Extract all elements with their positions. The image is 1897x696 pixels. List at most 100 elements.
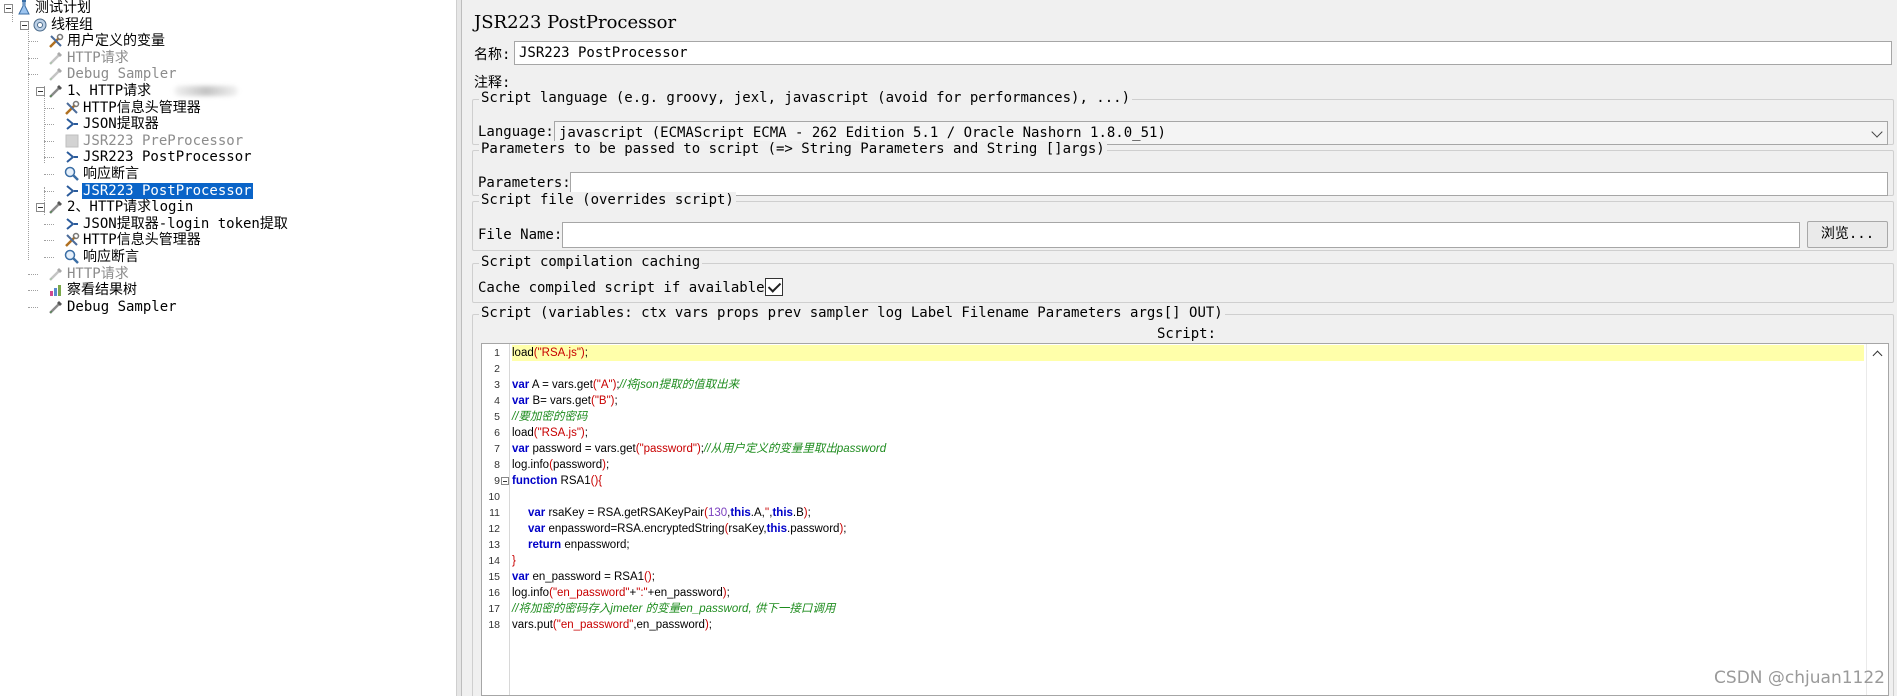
post-processor-icon bbox=[64, 183, 80, 199]
tree-item[interactable]: 察看结果树 bbox=[48, 282, 138, 298]
line-number: 11 bbox=[489, 507, 500, 519]
tree-item[interactable]: JSR223 PreProcessor bbox=[64, 133, 244, 149]
thread-group-icon bbox=[32, 17, 48, 33]
script-editor[interactable]: 1 2 3 4 5 6 7 8 9 10 11 12 13 14 15 16 17 18 load("RSA.js… bbox=[481, 343, 1889, 696]
tree-item-label: Debug Sampler bbox=[67, 298, 177, 315]
chevron-down-icon bbox=[1871, 126, 1883, 138]
tree-item[interactable]: JSON提取器-login token提取 bbox=[64, 216, 289, 232]
tree-branch-line bbox=[44, 124, 54, 126]
tree-branch-line bbox=[44, 107, 54, 109]
tree-item[interactable]: 测试计划 bbox=[16, 0, 92, 16]
watermark: CSDN @chjuan1122 bbox=[1714, 668, 1885, 688]
cache-compiled-label: Cache compiled script if available: bbox=[478, 280, 774, 296]
browse-button[interactable]: 浏览... bbox=[1807, 221, 1888, 248]
tree-item[interactable]: 线程组 bbox=[32, 17, 94, 33]
line-number: 16 bbox=[488, 587, 500, 599]
script-language-legend: Script language (e.g. groovy, jexl, java… bbox=[479, 90, 1133, 106]
post-processor-icon bbox=[64, 216, 80, 232]
jsr223-postprocessor-panel: JSR223 PostProcessor 名称: JSR223 PostProc… bbox=[462, 0, 1897, 696]
vertical-scrollbar[interactable] bbox=[1866, 344, 1888, 695]
code-line[interactable]: var enpassword=RSA.encryptedString(rsaKe… bbox=[512, 521, 1864, 537]
scroll-up-icon[interactable] bbox=[1872, 350, 1883, 361]
tree-item[interactable]: HTTP信息头管理器 bbox=[64, 100, 202, 116]
line-number: 7 bbox=[494, 443, 500, 455]
tree-branch-line bbox=[44, 223, 54, 225]
sampler-pipette-icon bbox=[48, 66, 64, 82]
fold-toggle-icon[interactable] bbox=[501, 477, 509, 485]
test-plan-tree[interactable]: 测试计划 线程组 用户定义的变量 HTTP请求 Debug Sampler 1、HTTP请… bbox=[0, 0, 456, 696]
tree-item[interactable]: Debug Sampler bbox=[48, 299, 178, 315]
script-file-legend: Script file (overrides script) bbox=[479, 192, 736, 208]
line-number: 1 bbox=[494, 347, 500, 359]
tree-branch-line bbox=[28, 306, 38, 308]
tree-item[interactable]: HTTP信息头管理器 bbox=[64, 232, 202, 248]
tree-item-label: HTTP信息头管理器 bbox=[83, 232, 201, 249]
code-line[interactable]: var en_password = RSA1(); bbox=[512, 569, 1864, 585]
collapse-toggle-icon[interactable] bbox=[36, 87, 45, 96]
file-name-field[interactable] bbox=[562, 222, 1800, 248]
sampler-pipette-icon bbox=[48, 83, 64, 99]
code-line[interactable]: var A = vars.get("A");//将json提取的值取出来 bbox=[512, 377, 1864, 393]
tree-item[interactable]: 1、HTTP请求 bbox=[48, 83, 152, 99]
sampler-pipette-icon bbox=[48, 266, 64, 282]
file-name-label: File Name: bbox=[478, 227, 563, 243]
code-line[interactable]: function RSA1(){ bbox=[512, 473, 1864, 489]
tree-item[interactable]: JSR223 PostProcessor bbox=[64, 182, 253, 199]
line-number: 9 bbox=[494, 475, 500, 487]
tree-item[interactable]: HTTP请求 bbox=[48, 50, 130, 66]
assertion-magnifier-icon bbox=[64, 166, 80, 182]
parameters-field[interactable] bbox=[570, 172, 1888, 196]
code-line[interactable]: var password = vars.get("password");//从用… bbox=[512, 441, 1864, 457]
language-select-value: javascript (ECMAScript ECMA - 262 Editio… bbox=[559, 125, 1166, 141]
config-tools-icon bbox=[64, 232, 80, 248]
code-line[interactable]: //将加密的密码存入jmeter 的变量en_password, 供下一接口调用 bbox=[512, 601, 1864, 617]
tree-item-label: 用户定义的变量 bbox=[67, 33, 165, 50]
code-line[interactable] bbox=[512, 361, 1864, 377]
collapse-toggle-icon[interactable] bbox=[36, 203, 45, 213]
code-line[interactable]: var rsaKey = RSA.getRSAKeyPair(130,this.… bbox=[512, 505, 1864, 521]
code-line[interactable]: log.info(password); bbox=[512, 457, 1864, 473]
tree-item[interactable]: HTTP请求 bbox=[48, 266, 130, 282]
tree-item[interactable]: Debug Sampler bbox=[48, 66, 178, 82]
tree-item[interactable]: JSON提取器 bbox=[64, 116, 160, 132]
tree-item-label: 响应断言 bbox=[83, 249, 139, 265]
assertion-magnifier-icon bbox=[64, 249, 80, 265]
code-line[interactable]: log.info("en_password"+":"+en_password); bbox=[512, 585, 1864, 601]
tree-item-label: HTTP请求 bbox=[67, 49, 129, 66]
code-line[interactable]: load("RSA.js"); bbox=[512, 345, 1864, 361]
tree-branch-line bbox=[44, 240, 54, 242]
line-number: 14 bbox=[488, 555, 500, 567]
code-line[interactable] bbox=[512, 489, 1864, 505]
code-line[interactable]: load("RSA.js"); bbox=[512, 425, 1864, 441]
name-field[interactable]: JSR223 PostProcessor bbox=[514, 41, 1892, 65]
parameters-label: Parameters: bbox=[478, 175, 571, 191]
tree-branch-line bbox=[28, 41, 38, 43]
tree-branch-line bbox=[44, 174, 54, 175]
code-line[interactable]: var B= vars.get("B"); bbox=[512, 393, 1864, 409]
line-number: 17 bbox=[488, 603, 500, 615]
post-processor-icon bbox=[64, 116, 80, 132]
tree-branch-line bbox=[44, 257, 54, 258]
tree-branch-line bbox=[44, 157, 54, 159]
language-label: Language: bbox=[478, 124, 554, 140]
tree-item-label: JSR223 PostProcessor bbox=[83, 149, 252, 166]
comment-label: 注释: bbox=[474, 75, 511, 91]
tree-item[interactable]: 2、HTTP请求login bbox=[48, 199, 194, 215]
sampler-pipette-icon bbox=[48, 50, 64, 66]
line-number: 2 bbox=[494, 363, 500, 375]
cache-compiled-checkbox[interactable] bbox=[765, 278, 783, 296]
code-line[interactable]: vars.put("en_password",en_password); bbox=[512, 617, 1864, 633]
tree-branch-line bbox=[44, 140, 54, 142]
tree-item[interactable]: 用户定义的变量 bbox=[48, 33, 166, 49]
collapse-toggle-icon[interactable] bbox=[20, 20, 29, 30]
code-line[interactable]: return enpassword; bbox=[512, 537, 1864, 553]
script-caching-legend: Script compilation caching bbox=[479, 254, 703, 270]
tree-item[interactable]: JSR223 PostProcessor bbox=[64, 149, 253, 165]
code-line[interactable]: //要加密的密码 bbox=[512, 409, 1864, 425]
tree-branch-line bbox=[28, 273, 38, 275]
tree-item[interactable]: 响应断言 bbox=[64, 249, 140, 265]
tree-item-label: 响应断言 bbox=[83, 166, 139, 182]
tree-item[interactable]: 响应断言 bbox=[64, 166, 140, 182]
collapse-toggle-icon[interactable] bbox=[4, 4, 13, 13]
code-line[interactable]: } bbox=[512, 553, 1864, 569]
